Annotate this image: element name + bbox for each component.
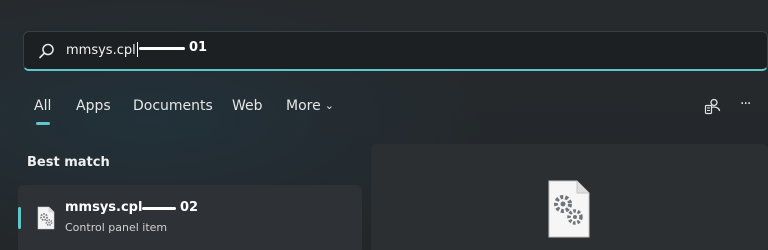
tab-documents[interactable]: Documents: [133, 98, 213, 114]
annotation-label-01: 01: [189, 40, 208, 55]
account-switch-icon[interactable]: [703, 97, 723, 117]
windows-search-panel: mmsys.cpl 01 All Apps Documents Web More…: [0, 0, 768, 250]
control-panel-gear-file-icon: [548, 180, 590, 238]
result-subtitle: Control panel item: [65, 221, 168, 234]
tab-apps[interactable]: Apps: [76, 98, 111, 114]
tab-all[interactable]: All: [34, 98, 51, 114]
selection-accent-bar: [18, 207, 21, 229]
search-input[interactable]: mmsys.cpl: [23, 31, 768, 71]
chevron-down-icon: ⌄: [324, 99, 334, 112]
text-caret: [136, 42, 138, 57]
tab-more-label: More: [286, 98, 321, 114]
best-match-result[interactable]: [18, 185, 362, 250]
annotation-label-02: 02: [180, 200, 199, 215]
filter-tabs: All Apps Documents Web More ⌄: [0, 95, 768, 125]
best-match-heading: Best match: [27, 155, 110, 170]
search-query-text: mmsys.cpl: [66, 42, 138, 58]
search-icon: [39, 43, 54, 59]
annotation-line-01: [139, 47, 185, 50]
annotation-line-02: [142, 207, 176, 210]
more-options-icon[interactable]: ···: [740, 96, 760, 116]
active-tab-indicator: [36, 122, 50, 125]
control-panel-gear-file-icon: [37, 206, 55, 230]
tab-more[interactable]: More ⌄: [286, 98, 334, 114]
tab-web[interactable]: Web: [232, 98, 263, 114]
result-title: mmsys.cpl: [65, 200, 143, 215]
